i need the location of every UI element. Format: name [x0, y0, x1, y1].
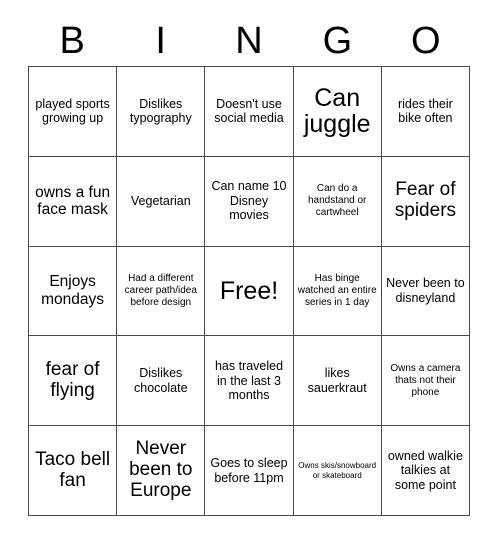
bingo-cell[interactable]: Can juggle: [293, 67, 382, 157]
bingo-cell[interactable]: owned walkie talkies at some point: [381, 426, 470, 516]
bingo-cell[interactable]: has traveled in the last 3 months: [205, 336, 294, 427]
bingo-cell[interactable]: Never been to disneyland: [381, 246, 470, 337]
bingo-cell[interactable]: likes sauerkraut: [293, 336, 382, 427]
bingo-cell-text: likes sauerkraut: [307, 366, 367, 395]
bingo-cell[interactable]: Taco bell fan: [29, 426, 118, 516]
bingo-card: B I N G O played sports growing up Disli…: [0, 0, 500, 544]
bingo-cell-text: Can do a handstand or cartwheel: [308, 183, 367, 219]
bingo-cell-text: Owns a camera thats not their phone: [390, 362, 461, 398]
bingo-cell-text: has traveled in the last 3 months: [214, 359, 284, 403]
bingo-cell[interactable]: Never been to Europe: [117, 426, 206, 516]
bingo-cell-text: Goes to sleep before 11pm: [210, 456, 288, 485]
bingo-header: B I N G O: [28, 18, 470, 64]
bingo-cell[interactable]: Has binge watched an entire series in 1 …: [293, 246, 382, 337]
bingo-cell-free[interactable]: Free!: [205, 246, 294, 337]
bingo-cell-text: Dislikes chocolate: [134, 366, 188, 395]
bingo-cell[interactable]: Can name 10 Disney movies: [205, 156, 294, 247]
bingo-cell[interactable]: Goes to sleep before 11pm: [205, 426, 294, 516]
bingo-cell[interactable]: Dislikes typography: [117, 67, 206, 157]
bingo-cell-text: Dislikes typography: [129, 96, 192, 126]
bingo-cell[interactable]: played sports growing up: [29, 67, 118, 157]
bingo-cell[interactable]: owns a fun face mask: [29, 156, 118, 247]
bingo-cell[interactable]: Enjoys mondays: [29, 246, 118, 337]
bingo-header-letter-o: O: [411, 20, 441, 62]
bingo-header-letter-n: N: [235, 20, 263, 62]
bingo-cell[interactable]: Can do a handstand or cartwheel: [293, 156, 382, 247]
bingo-cell-text: Never been to disneyland: [386, 276, 465, 305]
bingo-cell-text: played sports growing up: [35, 96, 110, 126]
bingo-cell[interactable]: rides their bike often: [381, 67, 470, 157]
bingo-cell-text: Can juggle: [303, 83, 371, 139]
bingo-cell-text: Has binge watched an entire series in 1 …: [297, 272, 377, 308]
bingo-cell[interactable]: Vegetarian: [117, 156, 206, 247]
bingo-cell[interactable]: Dislikes chocolate: [117, 336, 206, 427]
bingo-cell-text: owns a fun face mask: [35, 183, 111, 219]
bingo-cell-text: Can name 10 Disney movies: [211, 179, 287, 223]
bingo-grid: played sports growing up Dislikes typogr…: [28, 66, 470, 516]
bingo-cell-text: Never been to Europe: [129, 438, 193, 502]
bingo-cell[interactable]: Owns a camera thats not their phone: [381, 336, 470, 427]
bingo-cell[interactable]: Doesn't use social media: [205, 67, 294, 157]
bingo-cell-text: Vegetarian: [130, 193, 191, 208]
bingo-cell-text: Owns skis/snowboard or skateboard: [298, 460, 377, 480]
bingo-cell-text: rides their bike often: [397, 96, 453, 126]
bingo-cell[interactable]: Fear of spiders: [381, 156, 470, 247]
bingo-cell-text: fear of flying: [45, 358, 100, 401]
bingo-cell-text: Enjoys mondays: [41, 273, 105, 308]
bingo-cell[interactable]: Owns skis/snowboard or skateboard: [293, 426, 382, 516]
bingo-cell-text: Fear of spiders: [394, 179, 457, 222]
bingo-cell[interactable]: Had a different career path/idea before …: [117, 246, 206, 337]
bingo-cell-text: owned walkie talkies at some point: [387, 448, 463, 492]
bingo-cell-text: Had a different career path/idea before …: [124, 272, 197, 308]
bingo-cell-text: Doesn't use social media: [214, 96, 284, 126]
bingo-cell[interactable]: fear of flying: [29, 336, 118, 427]
bingo-cell-text: Taco bell fan: [35, 448, 111, 491]
bingo-header-letter-b: B: [59, 20, 85, 62]
bingo-header-letter-i: I: [155, 20, 166, 62]
bingo-header-letter-g: G: [322, 20, 353, 62]
bingo-cell-text: Free!: [219, 276, 279, 305]
